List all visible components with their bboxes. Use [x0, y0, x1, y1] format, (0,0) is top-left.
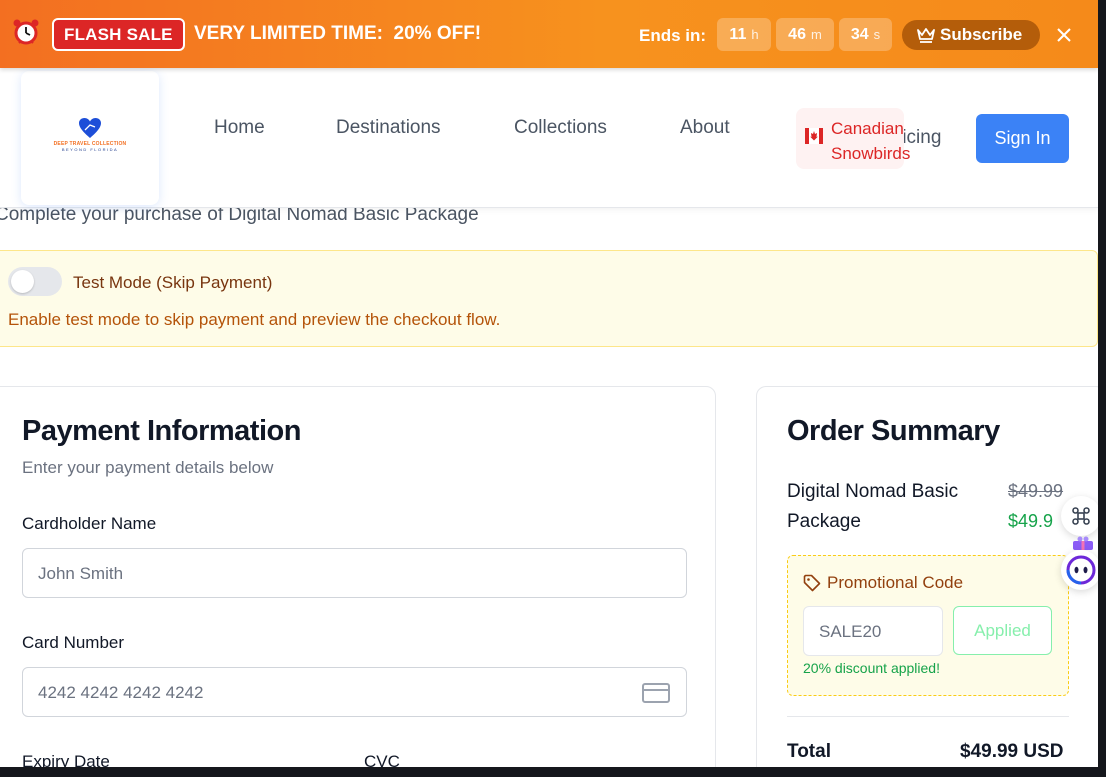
countdown-hours: 11 h — [717, 18, 771, 51]
expiry-date-label: Expiry Date — [22, 752, 110, 767]
canada-flag-icon — [805, 128, 823, 144]
gift-widget-button[interactable] — [1061, 524, 1098, 550]
countdown-minutes: 46 m — [776, 18, 834, 51]
original-price: $49.99 — [1008, 481, 1064, 501]
nav-link-destinations[interactable]: Destinations — [336, 117, 441, 139]
summary-divider — [787, 716, 1069, 717]
card-number-label: Card Number — [22, 633, 125, 652]
sign-in-button[interactable]: Sign In — [976, 114, 1069, 163]
gift-icon — [1073, 536, 1093, 550]
countdown-seconds: 34 s — [839, 18, 892, 51]
card-number-input[interactable]: 4242 4242 4242 4242 — [22, 667, 687, 717]
promo-code-heading: Promotional Code — [827, 573, 964, 592]
toggle-knob — [11, 270, 34, 293]
order-summary-card: Order Summary Digital Nomad Basic Packag… — [756, 386, 1098, 767]
subscribe-button[interactable]: Subscribe — [902, 20, 1040, 50]
main-navbar: DEEP TRAVEL COLLECTION BEYOND FLORIDA Ho… — [0, 68, 1098, 208]
total-label: Total — [787, 741, 831, 762]
flash-sale-badge: FLASH SALE — [52, 18, 185, 51]
test-mode-description: Enable test mode to skip payment and pre… — [8, 310, 501, 329]
nav-link-collections[interactable]: Collections — [514, 117, 607, 139]
countdown-label: Ends in: — [639, 26, 707, 45]
promo-success-message: 20% discount applied! — [803, 660, 940, 676]
promo-code-input[interactable]: SALE20 — [803, 606, 943, 656]
chat-bot-icon — [1066, 555, 1096, 585]
nav-link-home[interactable]: Home — [214, 117, 265, 139]
payment-title: Payment Information — [22, 415, 301, 447]
tag-icon — [803, 574, 821, 592]
cardholder-label: Cardholder Name — [22, 514, 157, 533]
nav-link-about[interactable]: About — [680, 117, 730, 139]
total-value: $49.99 USD — [960, 741, 1064, 762]
promo-applied-button[interactable]: Applied — [953, 606, 1052, 655]
payment-information-card: Payment Information Enter your payment d… — [0, 386, 716, 767]
cvc-label: CVC — [364, 752, 400, 767]
promo-headline: VERY LIMITED TIME: 20% OFF! — [194, 23, 482, 44]
logo-link[interactable]: DEEP TRAVEL COLLECTION BEYOND FLORIDA — [21, 71, 159, 205]
test-mode-panel: Test Mode (Skip Payment) Enable test mod… — [0, 250, 1098, 347]
logo-text-secondary: BEYOND FLORIDA — [61, 147, 119, 152]
nav-link-canadian-snowbirds[interactable]: Canadian Snowbirds — [796, 108, 910, 169]
test-mode-label: Test Mode (Skip Payment) — [73, 273, 273, 292]
checkout-page: FLASH SALE VERY LIMITED TIME: 20% OFF! E… — [0, 0, 1098, 767]
order-summary-title: Order Summary — [787, 415, 1000, 447]
credit-card-icon — [642, 683, 670, 703]
flash-sale-banner: FLASH SALE VERY LIMITED TIME: 20% OFF! E… — [0, 0, 1098, 68]
close-icon[interactable] — [1055, 26, 1073, 44]
logo: DEEP TRAVEL COLLECTION BEYOND FLORIDA — [31, 79, 149, 197]
command-icon — [1072, 507, 1090, 525]
promo-code-panel: Promotional Code SALE20 Applied 20% disc… — [787, 555, 1069, 696]
cardholder-name-input[interactable]: John Smith — [22, 548, 687, 598]
heart-logo-icon — [79, 118, 101, 138]
alarm-clock-icon — [13, 19, 39, 45]
order-item-name: Digital Nomad Basic Package — [787, 481, 959, 532]
canadian-snowbirds-label: Canadian Snowbirds — [831, 119, 911, 163]
crown-icon — [917, 28, 935, 43]
payment-subtitle: Enter your payment details below — [22, 458, 274, 477]
chat-widget-button[interactable] — [1061, 550, 1098, 590]
discounted-price: $49.9 — [1008, 511, 1054, 531]
test-mode-toggle[interactable] — [8, 267, 62, 296]
